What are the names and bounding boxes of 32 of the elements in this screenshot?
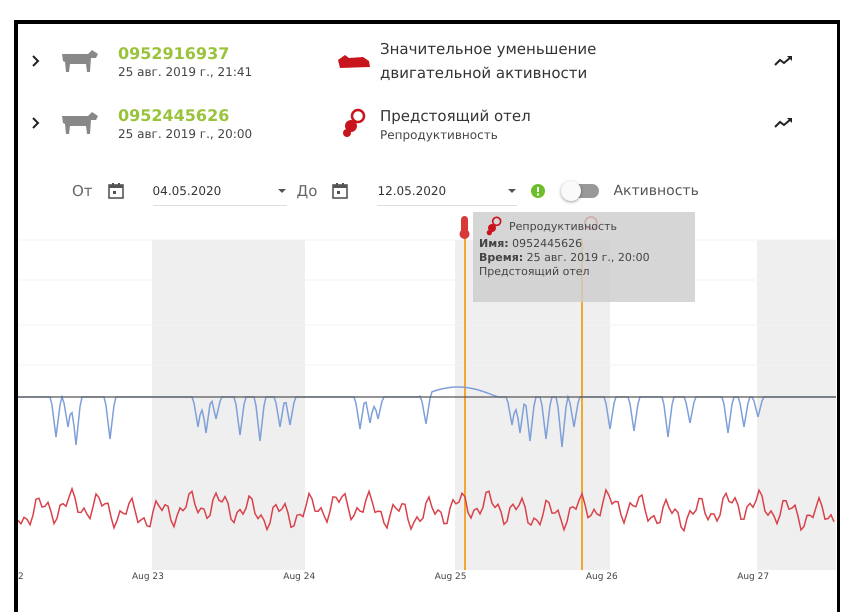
axis-label: Aug 23 — [132, 572, 164, 582]
chevron-icon[interactable] — [32, 55, 40, 67]
tooltip-event: Предстоящий отел — [479, 265, 591, 278]
tooltip-category: Репродуктивность — [509, 220, 617, 232]
to-label: До — [296, 182, 318, 200]
event-category: Репродуктивность — [380, 128, 499, 142]
chevron-icon[interactable] — [32, 117, 40, 129]
toggle-label: Активность — [613, 183, 699, 199]
event-time: 25 авг. 2019 г., 20:00 — [118, 126, 254, 140]
cow-icon — [60, 48, 100, 74]
tooltip-time: Время: 25 авг. 2019 г., 20:00 — [479, 251, 651, 264]
trend-icon[interactable] — [774, 55, 794, 67]
axis-label: 2 — [18, 572, 24, 582]
date-field[interactable]: 04.05.2020 — [152, 176, 287, 206]
event-time: 25 авг. 2019 г., 21:41 — [118, 64, 254, 78]
thermometer-icon[interactable] — [460, 216, 470, 239]
activity-toggle[interactable] — [563, 184, 600, 198]
axis-label: Aug 27 — [737, 572, 770, 582]
tooltip-name: Имя: 0952445626 — [479, 237, 584, 250]
date-field[interactable]: 12.05.2020 — [377, 176, 518, 206]
calendar-icon[interactable] — [106, 182, 125, 200]
axis-label: Aug 24 — [283, 572, 316, 582]
event-title: Предстоящий отел — [380, 106, 532, 127]
trend-icon[interactable] — [774, 117, 794, 129]
caret-icon[interactable] — [276, 188, 287, 194]
from-label: От — [72, 182, 93, 200]
axis-label: Aug 26 — [586, 572, 618, 582]
caret-icon[interactable] — [507, 188, 518, 194]
axis-label: Aug 25 — [434, 572, 466, 582]
calendar-icon[interactable] — [331, 182, 350, 200]
cow-icon — [60, 110, 100, 136]
event-title: Значительное уменьшение двигательной активности — [380, 39, 598, 84]
